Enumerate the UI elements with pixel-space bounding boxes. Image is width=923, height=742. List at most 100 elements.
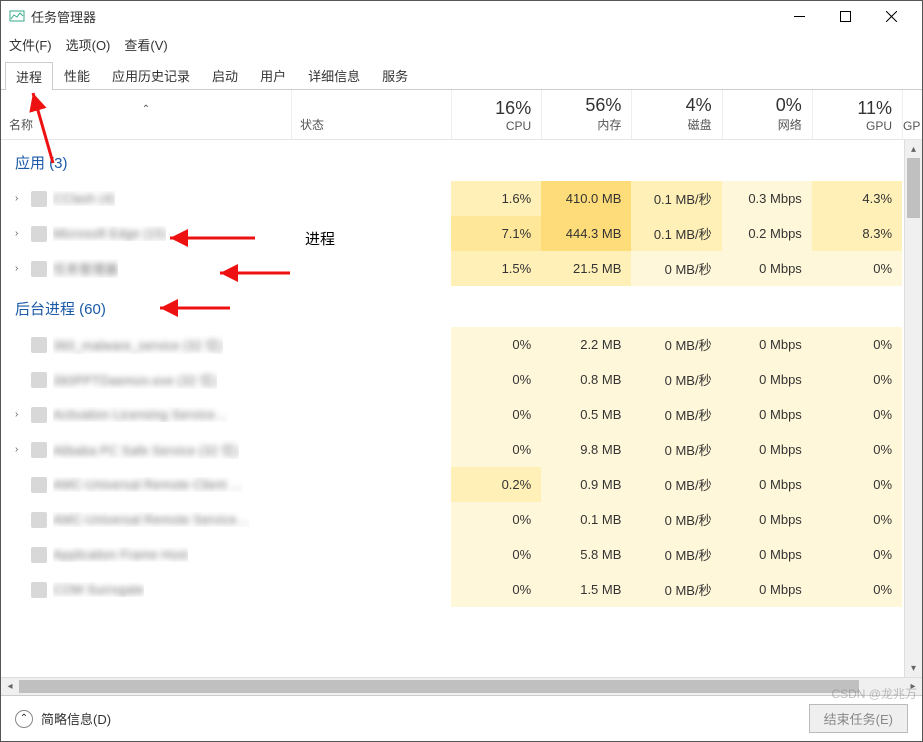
status-cell xyxy=(291,327,451,362)
process-icon xyxy=(31,407,47,423)
process-name-cell[interactable]: AMC-Universal Remote Service… xyxy=(1,502,291,537)
status-cell xyxy=(291,467,451,502)
scroll-down-icon[interactable]: ▾ xyxy=(905,659,922,677)
gpu-cell: 4.3% xyxy=(812,181,902,216)
net-cell: 0 Mbps xyxy=(722,572,812,607)
process-name: CClash (4) xyxy=(53,191,115,206)
process-icon xyxy=(31,191,47,207)
vertical-scrollbar[interactable]: ▴ ▾ xyxy=(904,140,922,677)
footer: ⌃ 简略信息(D) 结束任务(E) xyxy=(1,695,922,741)
cpu-cell: 1.5% xyxy=(451,251,541,286)
scroll-thumb[interactable] xyxy=(907,158,920,218)
tab-6[interactable]: 服务 xyxy=(371,61,419,89)
cpu-cell: 0% xyxy=(451,432,541,467)
process-name: Microsoft Edge (15) xyxy=(53,226,166,241)
tab-1[interactable]: 性能 xyxy=(53,61,101,89)
end-task-button[interactable]: 结束任务(E) xyxy=(809,704,908,733)
table-row[interactable]: ›任务管理器1.5%21.5 MB0 MB/秒0 Mbps0% xyxy=(1,251,922,286)
maximize-button[interactable] xyxy=(822,1,868,31)
process-name: AMC-Universal Remote Service… xyxy=(53,512,250,527)
fewer-details-label[interactable]: 简略信息(D) xyxy=(41,709,111,728)
process-icon xyxy=(31,261,47,277)
status-cell xyxy=(291,397,451,432)
horizontal-scrollbar[interactable]: ◂ ▸ xyxy=(1,677,922,695)
process-name-cell[interactable]: › CClash (4) xyxy=(1,181,291,216)
process-name-cell[interactable]: ›Activation Licensing Service… xyxy=(1,397,291,432)
process-name-cell[interactable]: ›任务管理器 xyxy=(1,251,291,286)
col-status[interactable]: 状态 xyxy=(291,90,451,139)
mem-cell: 0.5 MB xyxy=(541,397,631,432)
expand-chevron-icon[interactable]: › xyxy=(15,444,25,455)
group-header: 后台进程 (60) xyxy=(1,286,922,327)
process-name-cell[interactable]: 360PPTDaemon.exe (32 位) xyxy=(1,362,291,397)
gpu-cell: 0% xyxy=(812,502,902,537)
expand-chevron-icon[interactable]: › xyxy=(15,193,25,204)
expand-chevron-icon[interactable]: › xyxy=(15,228,25,239)
process-name-cell[interactable]: COM Surrogate xyxy=(1,572,291,607)
table-row[interactable]: Application Frame Host0%5.8 MB0 MB/秒0 Mb… xyxy=(1,537,922,572)
net-cell: 0 Mbps xyxy=(722,327,812,362)
scroll-left-icon[interactable]: ◂ xyxy=(1,678,19,696)
col-cpu[interactable]: 16%CPU xyxy=(451,90,541,139)
expand-chevron-icon[interactable]: › xyxy=(15,263,25,274)
gpu-cell: 0% xyxy=(812,397,902,432)
table-row[interactable]: AMC-Universal Remote Service…0%0.1 MB0 M… xyxy=(1,502,922,537)
net-cell: 0.3 Mbps xyxy=(722,181,812,216)
status-cell xyxy=(291,572,451,607)
process-icon xyxy=(31,477,47,493)
net-cell: 0 Mbps xyxy=(722,467,812,502)
menu-file[interactable]: 文件(F) xyxy=(9,35,52,54)
table-row[interactable]: AMC-Universal Remote Client …0.2%0.9 MB0… xyxy=(1,467,922,502)
menu-view[interactable]: 查看(V) xyxy=(124,35,167,54)
disk-cell: 0 MB/秒 xyxy=(631,537,721,572)
tab-4[interactable]: 用户 xyxy=(249,61,297,89)
process-name: 360_malware_service (32 位) xyxy=(53,335,223,354)
close-button[interactable] xyxy=(868,1,914,31)
hscroll-thumb[interactable] xyxy=(19,680,859,693)
tab-2[interactable]: 应用历史记录 xyxy=(101,61,201,89)
table-row[interactable]: 360_malware_service (32 位)0%2.2 MB0 MB/秒… xyxy=(1,327,922,362)
minimize-button[interactable] xyxy=(776,1,822,31)
process-name-cell[interactable]: Application Frame Host xyxy=(1,537,291,572)
disk-cell: 0 MB/秒 xyxy=(631,327,721,362)
menu-options[interactable]: 选项(O) xyxy=(66,35,111,54)
process-name-cell[interactable]: › Microsoft Edge (15) xyxy=(1,216,291,251)
expand-chevron-icon[interactable]: › xyxy=(15,409,25,420)
tab-0[interactable]: 进程 xyxy=(5,62,53,90)
col-gpu-engine[interactable]: GP xyxy=(902,90,922,139)
col-network[interactable]: 0%网络 xyxy=(722,90,812,139)
col-name[interactable]: ⌃ 名称 xyxy=(1,90,291,139)
process-name-cell[interactable]: 360_malware_service (32 位) xyxy=(1,327,291,362)
cpu-cell: 7.1% xyxy=(451,216,541,251)
status-cell xyxy=(291,251,451,286)
col-gpu[interactable]: 11%GPU xyxy=(812,90,902,139)
table-row[interactable]: › Microsoft Edge (15) 7.1%444.3 MB0.1 MB/秒… xyxy=(1,216,922,251)
table-row[interactable]: ›Alibaba PC Safe Service (32 位)0%9.8 MB0… xyxy=(1,432,922,467)
table-row[interactable]: COM Surrogate0%1.5 MB0 MB/秒0 Mbps0% xyxy=(1,572,922,607)
tab-5[interactable]: 详细信息 xyxy=(297,61,371,89)
tab-3[interactable]: 启动 xyxy=(201,61,249,89)
app-icon xyxy=(9,8,25,24)
status-cell xyxy=(291,537,451,572)
table-row[interactable]: ›CClash (4)1.6%410.0 MB0.1 MB/秒0.3 Mbps4… xyxy=(1,181,922,216)
table-row[interactable]: 360PPTDaemon.exe (32 位)0%0.8 MB0 MB/秒0 M… xyxy=(1,362,922,397)
fewer-details-icon[interactable]: ⌃ xyxy=(15,710,33,728)
gpu-cell: 8.3% xyxy=(812,216,902,251)
mem-cell: 444.3 MB xyxy=(541,216,631,251)
process-icon xyxy=(31,512,47,528)
process-name-cell[interactable]: ›Alibaba PC Safe Service (32 位) xyxy=(1,432,291,467)
status-cell xyxy=(291,181,451,216)
table-row[interactable]: ›Activation Licensing Service…0%0.5 MB0 … xyxy=(1,397,922,432)
titlebar: 任务管理器 xyxy=(1,1,922,31)
group-header: 应用 (3) xyxy=(1,140,922,181)
col-memory[interactable]: 56%内存 xyxy=(541,90,631,139)
process-icon xyxy=(31,226,47,242)
process-icon xyxy=(31,372,47,388)
process-icon xyxy=(31,337,47,353)
disk-cell: 0.1 MB/秒 xyxy=(631,216,721,251)
process-name: Application Frame Host xyxy=(53,547,188,562)
scroll-up-icon[interactable]: ▴ xyxy=(905,140,922,158)
col-disk[interactable]: 4%磁盘 xyxy=(631,90,721,139)
net-cell: 0 Mbps xyxy=(722,537,812,572)
process-name-cell[interactable]: AMC-Universal Remote Client … xyxy=(1,467,291,502)
